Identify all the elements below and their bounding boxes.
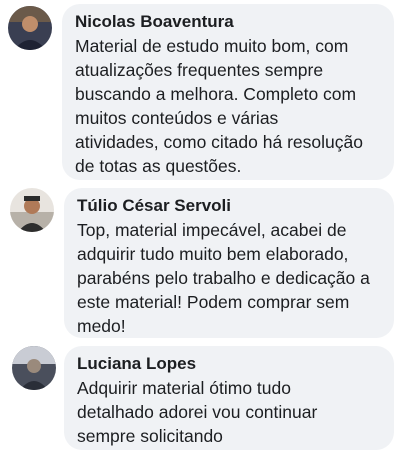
comment-text: Top, material impecável, acabei de adqui… — [77, 220, 370, 336]
comment-text: Material de estudo muito bom, com atuali… — [75, 36, 363, 176]
comment-text: Adquirir material ótimo tudo detalhado a… — [77, 378, 318, 446]
comment-author[interactable]: Túlio César Servoli — [77, 196, 382, 216]
avatar[interactable] — [12, 346, 56, 390]
avatar[interactable] — [10, 188, 54, 232]
avatar[interactable] — [8, 6, 52, 50]
comment-bubble: Luciana Lopes Adquirir material ótimo tu… — [64, 346, 394, 450]
comment-author[interactable]: Nicolas Boaventura — [75, 12, 382, 32]
comment-bubble: Nicolas Boaventura Material de estudo mu… — [62, 4, 394, 180]
comment-bubble: Túlio César Servoli Top, material impecá… — [64, 188, 394, 338]
comment-author[interactable]: Luciana Lopes — [77, 354, 382, 374]
